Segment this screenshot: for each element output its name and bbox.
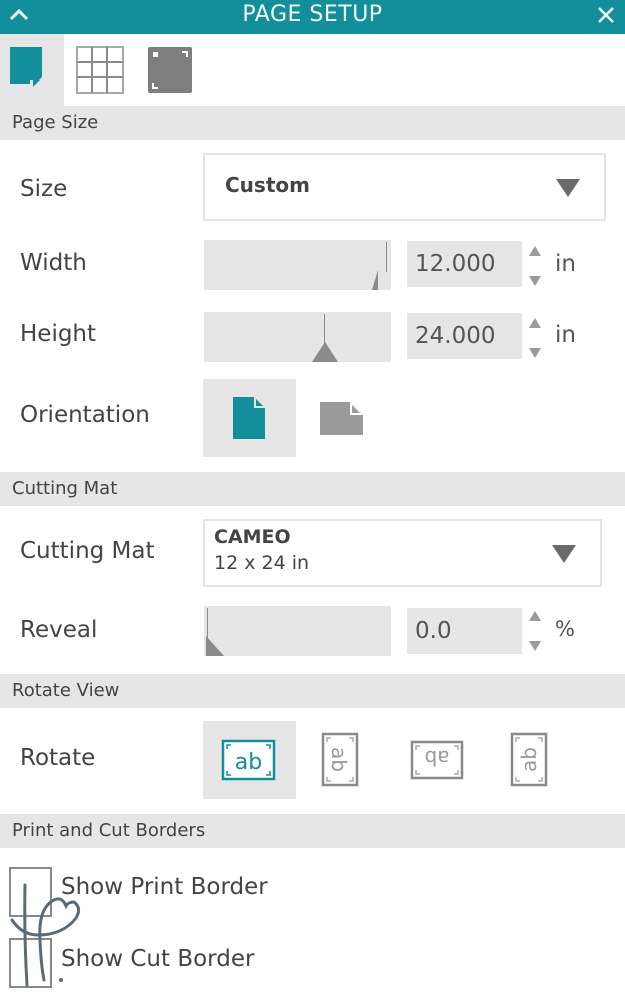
section-header-cutting-mat: Cutting Mat (0, 472, 625, 506)
reveal-label: Reveal (20, 617, 98, 643)
stepper-down-icon[interactable] (529, 276, 541, 286)
page-icon (10, 47, 42, 87)
title-bar: PAGE SETUP (0, 0, 625, 34)
height-stepper[interactable] (527, 318, 543, 358)
size-label: Size (20, 176, 68, 202)
reveal-slider-thumb[interactable] (206, 636, 224, 656)
tab-registration-marks[interactable] (144, 34, 204, 106)
grid-icon (76, 46, 124, 94)
cutting-mat-dropdown[interactable]: CAMEO 12 x 24 in (203, 519, 602, 587)
width-unit: in (555, 251, 576, 277)
rotate-180-button[interactable]: ab (389, 721, 482, 799)
cutting-mat-name: CAMEO (214, 526, 291, 548)
show-print-border-label[interactable]: Show Print Border (61, 874, 268, 900)
stepper-up-icon[interactable] (529, 611, 541, 621)
orientation-label: Orientation (20, 402, 150, 428)
panel-tab-bar (0, 34, 625, 106)
close-icon (598, 7, 614, 23)
stepper-up-icon[interactable] (529, 246, 541, 256)
show-cut-border-label[interactable]: Show Cut Border (61, 946, 254, 972)
svg-text:ab: ab (235, 750, 262, 775)
panel-title: PAGE SETUP (242, 2, 383, 27)
section-header-page-size: Page Size (0, 106, 625, 140)
show-cut-border-checkbox[interactable] (9, 938, 52, 988)
height-slider-track (324, 314, 325, 344)
orientation-landscape-button[interactable] (296, 379, 389, 457)
height-slider-thumb[interactable] (312, 342, 338, 362)
width-slider[interactable] (204, 240, 391, 290)
orientation-portrait-button[interactable] (203, 379, 296, 457)
cutting-mat-size: 12 x 24 in (214, 552, 310, 574)
stepper-down-icon[interactable] (529, 348, 541, 358)
height-input[interactable]: 24.000 (407, 313, 522, 359)
width-input[interactable]: 12.000 (407, 241, 522, 287)
section-header-print-cut-borders: Print and Cut Borders (0, 814, 625, 848)
landscape-page-icon (320, 402, 363, 435)
chevron-down-icon (556, 179, 580, 197)
cutting-mat-label: Cutting Mat (20, 538, 155, 564)
tab-grid[interactable] (72, 34, 132, 106)
chevron-down-icon (552, 545, 576, 563)
width-stepper[interactable] (527, 246, 543, 286)
rotate-270-button[interactable]: ab (482, 721, 575, 799)
tab-page-setup[interactable] (0, 34, 64, 106)
portrait-page-icon (233, 397, 265, 439)
close-button[interactable] (593, 0, 619, 30)
stepper-down-icon[interactable] (529, 641, 541, 651)
reveal-slider[interactable] (204, 606, 391, 656)
height-unit: in (555, 322, 576, 348)
reveal-stepper[interactable] (527, 611, 543, 651)
rotate-90-button[interactable]: ab (296, 721, 389, 799)
size-dropdown[interactable]: Custom (203, 153, 606, 221)
rotate-270-icon: ab (510, 732, 548, 787)
height-slider[interactable] (204, 312, 391, 362)
rotate-0-button[interactable]: ab (203, 721, 296, 799)
height-label: Height (20, 321, 97, 347)
svg-text:ab: ab (327, 747, 351, 772)
rotate-180-icon: ab (410, 740, 464, 780)
width-label: Width (20, 250, 87, 276)
show-print-border-checkbox[interactable] (9, 867, 52, 917)
section-header-rotate-view: Rotate View (0, 674, 625, 708)
width-slider-track (386, 242, 387, 272)
svg-text:ab: ab (425, 746, 450, 770)
size-dropdown-value: Custom (225, 173, 310, 197)
registration-icon (148, 47, 192, 93)
stepper-up-icon[interactable] (529, 318, 541, 328)
rotate-0-icon: ab (221, 739, 276, 781)
svg-text:ab: ab (517, 747, 541, 772)
rotate-label: Rotate (20, 745, 96, 771)
rotate-90-icon: ab (321, 732, 359, 787)
width-slider-thumb[interactable] (372, 270, 378, 290)
reveal-input[interactable]: 0.0 (407, 608, 522, 654)
reveal-slider-track (207, 608, 208, 638)
reveal-unit: % (555, 617, 575, 641)
